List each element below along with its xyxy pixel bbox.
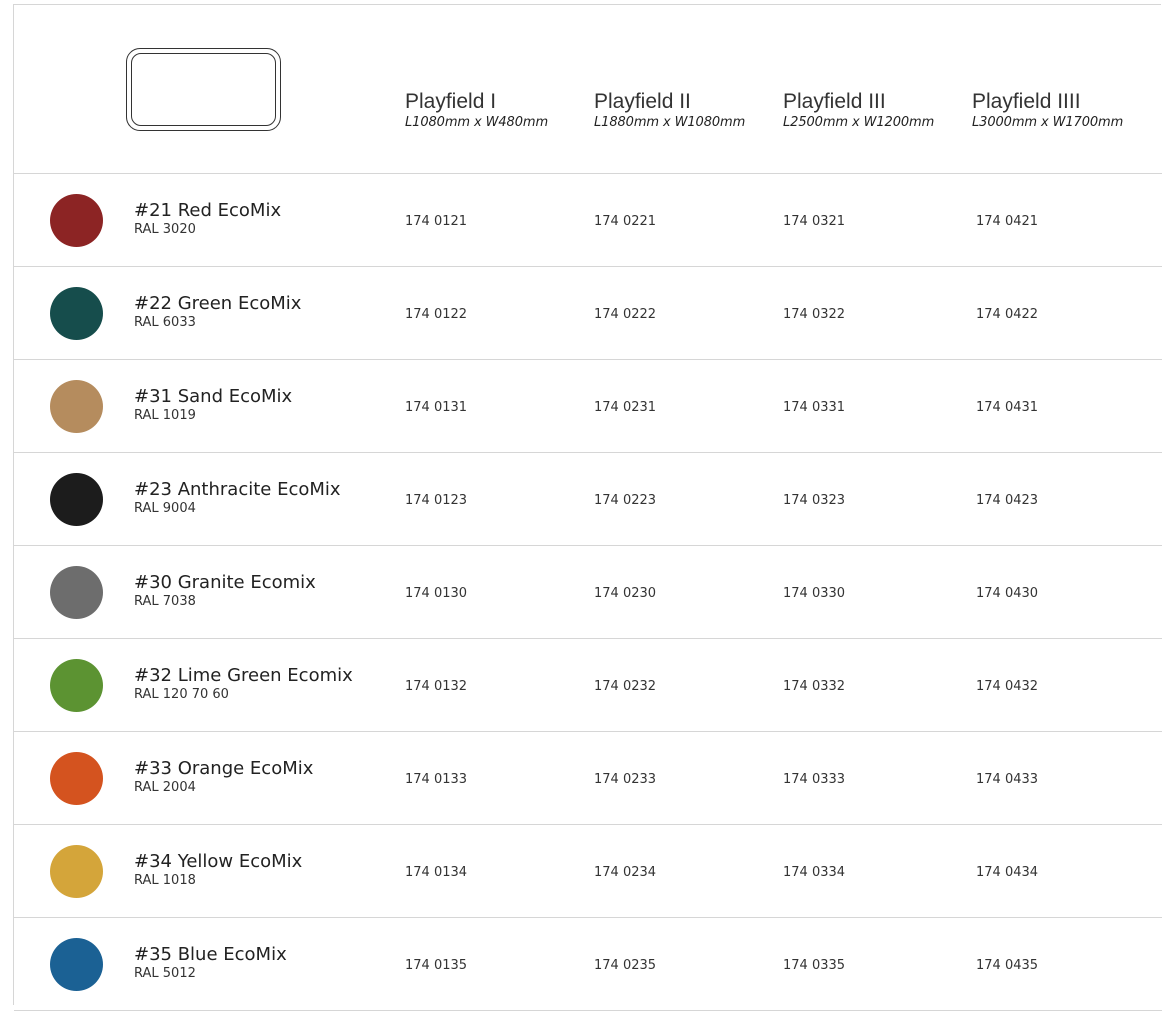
table-row: #23 Anthracite EcoMix RAL 9004 174 0123 174… — [14, 453, 1162, 546]
article-number: 174 0135 — [405, 958, 468, 973]
article-number: 174 0435 — [976, 958, 1039, 973]
table-row: #34 Yellow EcoMix RAL 1018 174 0134 174 023… — [14, 825, 1162, 918]
article-number: 174 0433 — [976, 772, 1039, 787]
article-number: 174 0331 — [783, 400, 846, 415]
column-title: Playfield I — [405, 90, 497, 113]
column-title: Playfield IIII — [972, 90, 1081, 113]
table-row: #21 Red EcoMix RAL 3020 174 0121 174 0221 17… — [14, 174, 1162, 267]
color-swatch — [50, 659, 103, 712]
article-number: 174 0123 — [405, 493, 468, 508]
article-number: 174 0132 — [405, 679, 468, 694]
article-number: 174 0322 — [783, 307, 846, 322]
ral-code: RAL 2004 — [134, 780, 196, 795]
color-swatch — [50, 380, 103, 433]
color-swatch — [50, 845, 103, 898]
article-number: 174 0334 — [783, 865, 846, 880]
article-number: 174 0122 — [405, 307, 468, 322]
article-number: 174 0231 — [594, 400, 657, 415]
article-number: 174 0431 — [976, 400, 1039, 415]
ral-code: RAL 120 70 60 — [134, 687, 229, 702]
color-name: #34 Yellow EcoMix — [134, 851, 303, 872]
ral-code: RAL 7038 — [134, 594, 196, 609]
table-row: #35 Blue EcoMix RAL 5012 174 0135 174 0235 1… — [14, 918, 1162, 1011]
column-header-playfield-4: Playfield IIII L3000mm x W1700mm — [972, 89, 1123, 131]
article-number: 174 0335 — [783, 958, 846, 973]
column-dimensions: L1880mm x W1080mm — [594, 115, 746, 130]
article-number: 174 0134 — [405, 865, 468, 880]
color-name: #32 Lime Green Ecomix — [134, 665, 353, 686]
ral-code: RAL 1019 — [134, 408, 196, 423]
column-dimensions: L3000mm x W1700mm — [972, 115, 1124, 130]
column-dimensions: L2500mm x W1200mm — [783, 115, 935, 130]
color-swatch — [50, 194, 103, 247]
article-number: 174 0223 — [594, 493, 657, 508]
color-swatch — [50, 473, 103, 526]
column-header-playfield-3: Playfield III L2500mm x W1200mm — [783, 89, 934, 131]
article-number: 174 0232 — [594, 679, 657, 694]
color-name: #30 Granite Ecomix — [134, 572, 316, 593]
article-number: 174 0130 — [405, 586, 468, 601]
color-name: #23 Anthracite EcoMix — [134, 479, 341, 500]
table-row: #22 Green EcoMix RAL 6033 174 0122 174 0222… — [14, 267, 1162, 360]
ral-code: RAL 9004 — [134, 501, 196, 516]
color-name: #35 Blue EcoMix — [134, 944, 287, 965]
column-title: Playfield III — [783, 90, 886, 113]
article-number: 174 0333 — [783, 772, 846, 787]
article-number: 174 0332 — [783, 679, 846, 694]
product-table: Playfield I L1080mm x W480mm Playfield I… — [13, 4, 1162, 1011]
article-number: 174 0434 — [976, 865, 1039, 880]
article-number: 174 0323 — [783, 493, 846, 508]
color-name: #33 Orange EcoMix — [134, 758, 314, 779]
article-number: 174 0233 — [594, 772, 657, 787]
color-name: #22 Green EcoMix — [134, 293, 302, 314]
color-swatch — [50, 938, 103, 991]
table-row: #31 Sand EcoMix RAL 1019 174 0131 174 0231 1… — [14, 360, 1162, 453]
column-header-playfield-2: Playfield II L1880mm x W1080mm — [594, 89, 745, 131]
article-number: 174 0423 — [976, 493, 1039, 508]
table-row: #33 Orange EcoMix RAL 2004 174 0133 174 023… — [14, 732, 1162, 825]
article-number: 174 0234 — [594, 865, 657, 880]
article-number: 174 0330 — [783, 586, 846, 601]
color-name: #31 Sand EcoMix — [134, 386, 293, 407]
column-header-playfield-1: Playfield I L1080mm x W480mm — [405, 89, 548, 131]
article-number: 174 0230 — [594, 586, 657, 601]
table-header: Playfield I L1080mm x W480mm Playfield I… — [14, 5, 1162, 174]
color-name: #21 Red EcoMix — [134, 200, 282, 221]
table-row: #32 Lime Green Ecomix RAL 120 70 60 174 01… — [14, 639, 1162, 732]
article-number: 174 0321 — [783, 214, 846, 229]
article-number: 174 0421 — [976, 214, 1039, 229]
ral-code: RAL 6033 — [134, 315, 196, 330]
table-row: #30 Granite Ecomix RAL 7038 174 0130 174 02… — [14, 546, 1162, 639]
ral-code: RAL 3020 — [134, 222, 196, 237]
article-number: 174 0432 — [976, 679, 1039, 694]
color-swatch — [50, 752, 103, 805]
article-number: 174 0133 — [405, 772, 468, 787]
playfield-icon — [126, 48, 281, 131]
article-number: 174 0430 — [976, 586, 1039, 601]
color-swatch — [50, 566, 103, 619]
article-number: 174 0131 — [405, 400, 468, 415]
article-number: 174 0221 — [594, 214, 657, 229]
ral-code: RAL 1018 — [134, 873, 196, 888]
article-number: 174 0422 — [976, 307, 1039, 322]
article-number: 174 0235 — [594, 958, 657, 973]
column-title: Playfield II — [594, 90, 691, 113]
ral-code: RAL 5012 — [134, 966, 196, 981]
column-dimensions: L1080mm x W480mm — [405, 115, 549, 130]
color-swatch — [50, 287, 103, 340]
article-number: 174 0121 — [405, 214, 468, 229]
article-number: 174 0222 — [594, 307, 657, 322]
